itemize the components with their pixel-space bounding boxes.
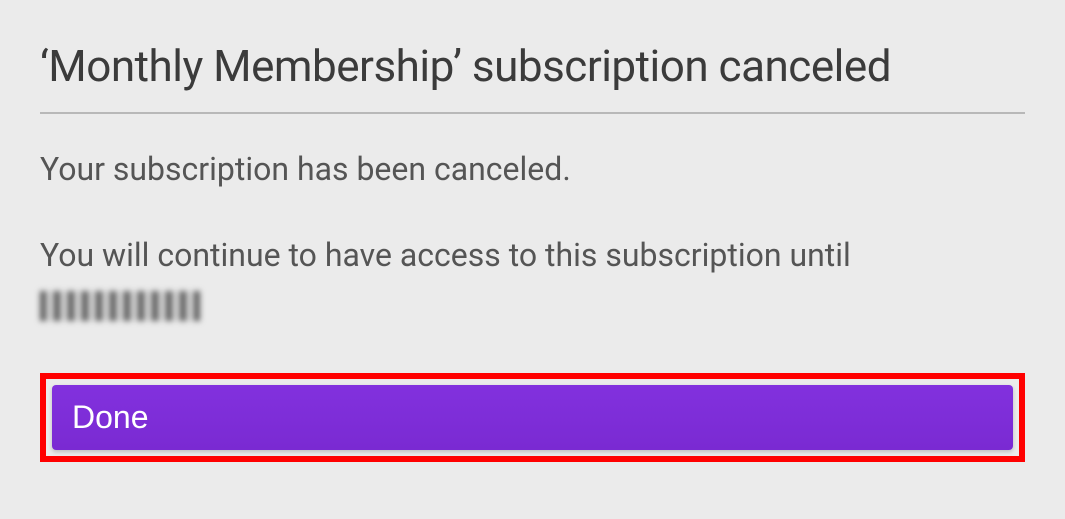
cancel-confirmation-text: Your subscription has been canceled.: [40, 146, 1025, 192]
title-divider: [40, 112, 1025, 114]
done-button-highlight: Done: [40, 373, 1025, 462]
done-button[interactable]: Done: [52, 385, 1013, 450]
dialog-title: ‘Monthly Membership’ subscription cancel…: [40, 40, 1025, 92]
expiry-date-redacted: [40, 291, 200, 321]
access-until-text: You will continue to have access to this…: [40, 232, 1025, 325]
access-until-prefix: You will continue to have access to this…: [40, 236, 851, 274]
